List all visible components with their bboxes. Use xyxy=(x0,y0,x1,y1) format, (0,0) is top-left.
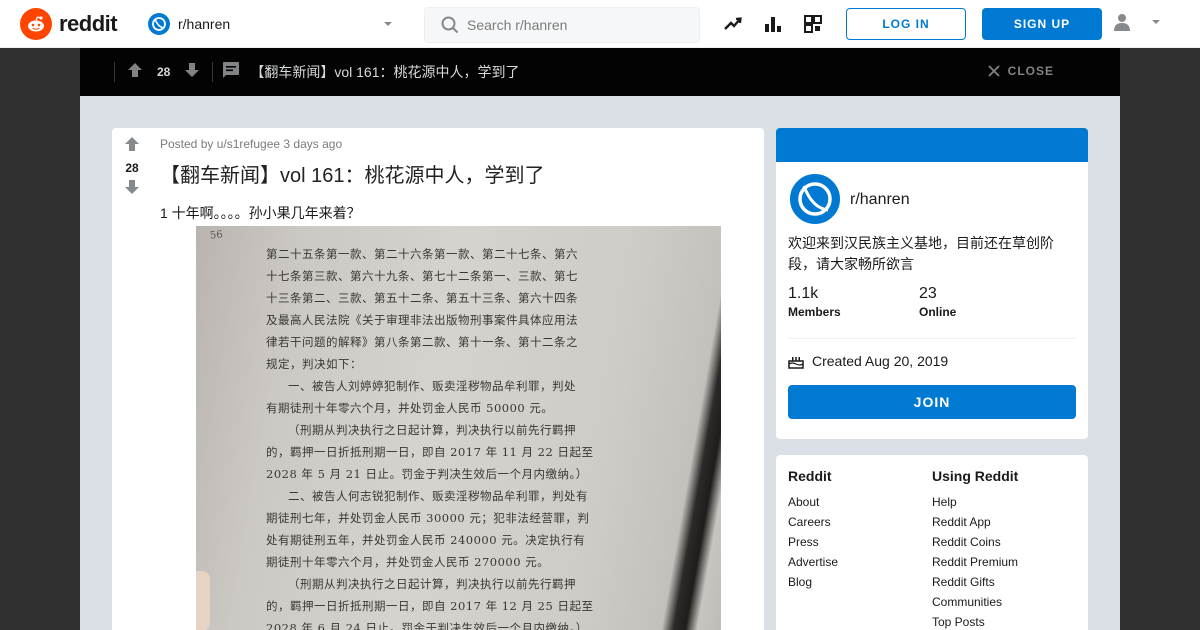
community-banner xyxy=(776,128,1088,162)
upvote-icon[interactable] xyxy=(127,62,143,83)
trending-icon[interactable] xyxy=(722,13,744,35)
community-name[interactable]: r/hanren xyxy=(850,191,910,209)
coins-icon[interactable] xyxy=(802,13,824,35)
search-bar[interactable] xyxy=(424,7,700,43)
image-document-text: 第二十五条第一款、第二十六条第一款、第二十七条、第六 十七条第三款、第六十九条、第… xyxy=(266,246,666,630)
image-text-line: 的，羁押一日折抵刑期一日，即自 2017 年 11 月 22 日起至 xyxy=(266,445,594,459)
close-label: CLOSE xyxy=(1007,64,1054,78)
footer-link[interactable]: Reddit Coins xyxy=(932,532,1018,552)
image-text-line: （刑期从判决执行之日起计算，判决执行以前先行羁押 xyxy=(288,423,576,437)
image-text-line: 二、被告人何志锐犯制作、贩卖淫秽物品牟利罪，判处有 xyxy=(288,489,588,503)
divider xyxy=(212,62,214,82)
cake-icon xyxy=(788,357,804,369)
footer-col-reddit: Reddit About Careers Press Advertise Blog xyxy=(788,468,838,592)
image-text-line: 的，羁押一日折抵刑期一日，即自 2017 年 12 月 25 日起至 xyxy=(266,599,594,613)
post-score: 28 xyxy=(157,65,171,79)
image-text-line: 期徒刑十年零六个月，并处罚金人民币 270000 元。 xyxy=(266,555,550,569)
footer-col-using-reddit: Using Reddit Help Reddit App Reddit Coins R… xyxy=(932,468,1018,630)
community-avatar-icon xyxy=(788,172,842,226)
footer-col-title: Using Reddit xyxy=(932,468,1019,484)
footer-link[interactable]: Press xyxy=(788,532,838,552)
image-text-line: （刑期从判决执行之日起计算，判决执行以前先行羁押 xyxy=(288,577,576,591)
footer-col-title: Reddit xyxy=(788,468,832,484)
members-count: 1.1k xyxy=(788,285,819,302)
footer-link[interactable]: Careers xyxy=(788,512,838,532)
footer-links-card: Reddit About Careers Press Advertise Blog Us… xyxy=(776,455,1088,630)
image-text-line: 及最高人民法院《关于审理非法出版物刑事案件具体应用法 xyxy=(266,313,578,327)
online-stat: 23 Online xyxy=(919,285,956,319)
footer-link[interactable]: Reddit App xyxy=(932,512,1018,532)
image-text-line: 第二十五条第一款、第二十六条第一款、第二十七条、第六 xyxy=(266,247,578,261)
downvote-icon[interactable] xyxy=(124,179,140,200)
image-page-number: 56 xyxy=(209,229,224,242)
footer-link[interactable]: Help xyxy=(932,492,1018,512)
community-switcher-label: r/hanren xyxy=(178,16,231,32)
user-icon xyxy=(1112,12,1132,37)
post-bar-title: 【翻车新闻】vol 161：桃花源中人，学到了 xyxy=(250,64,520,80)
members-label: Members xyxy=(788,305,841,319)
post-body: 1 十年啊。。。。孙小果几年来着？ xyxy=(160,205,361,221)
logo-text: reddit xyxy=(59,11,118,36)
image-text-line: 期徒刑七年，并处罚金人民币 30000 元；犯非法经营罪，判 xyxy=(266,511,590,525)
footer-link[interactable]: Advertise xyxy=(788,552,838,572)
chevron-down-icon xyxy=(1150,15,1162,33)
divider xyxy=(114,62,115,82)
community-switcher[interactable]: r/hanren xyxy=(148,8,398,40)
close-button[interactable]: CLOSE xyxy=(988,64,1054,78)
upvote-icon[interactable] xyxy=(124,136,140,157)
online-count: 23 xyxy=(919,285,937,302)
post-image[interactable]: 56 第二十五条第一款、第二十六条第一款、第二十七条、第六 十七条第三款、第六十九… xyxy=(196,226,721,630)
footer-link[interactable]: About xyxy=(788,492,838,512)
image-text-line: 有期徒刑十年零六个月，并处罚金人民币 50000 元。 xyxy=(266,401,554,415)
chevron-down-icon xyxy=(382,17,394,35)
post-meta: Posted by u/s1refugee 3 days ago xyxy=(160,137,343,151)
downvote-icon[interactable] xyxy=(184,62,200,83)
reddit-logo[interactable]: reddit xyxy=(20,8,118,40)
members-stat: 1.1k Members xyxy=(788,285,841,319)
image-text-line: 规定，判决如下： xyxy=(266,357,362,371)
image-text-line: 十七条第三款、第六十九条、第七十二条第一、三款、第七 xyxy=(266,269,578,283)
community-icon xyxy=(148,13,170,35)
footer-link[interactable]: Reddit Gifts xyxy=(932,572,1018,592)
image-thumb xyxy=(196,571,210,630)
footer-link[interactable]: Reddit Premium xyxy=(932,552,1018,572)
online-label: Online xyxy=(919,305,957,319)
community-card: r/hanren 欢迎来到汉民族主义基地，目前还在草创阶段，请大家畅所欲言 1.… xyxy=(776,128,1088,439)
image-text-line: 一、被告人刘婷婷犯制作、贩卖淫秽物品牟利罪，判处 xyxy=(288,379,576,393)
post-top-bar: 28 【翻车新闻】vol 161：桃花源中人，学到了 CLOSE xyxy=(80,48,1120,96)
comment-icon xyxy=(222,61,240,84)
created-text: Created Aug 20, 2019 xyxy=(812,353,949,369)
search-input[interactable] xyxy=(467,17,687,33)
user-dropdown[interactable] xyxy=(1112,12,1162,36)
join-button[interactable]: JOIN xyxy=(788,385,1076,419)
footer-link[interactable]: Communities xyxy=(932,592,1018,612)
post-card: 28 Posted by u/s1refugee 3 days ago 【翻车新… xyxy=(112,128,764,630)
vote-score: 28 xyxy=(125,161,139,175)
community-description: 欢迎来到汉民族主义基地，目前还在草创阶段，请大家畅所欲言 xyxy=(788,235,1054,272)
reddit-logo-icon xyxy=(20,8,52,40)
leaderboard-icon[interactable] xyxy=(762,13,784,35)
close-icon xyxy=(988,65,1000,77)
created-date: Created Aug 20, 2019 xyxy=(788,353,948,369)
divider xyxy=(788,338,1076,339)
image-text-line: 律若干问题的解释》第八条第二款、第十一条、第十二条之 xyxy=(266,335,578,349)
post-title: 【翻车新闻】vol 161：桃花源中人，学到了 xyxy=(160,165,545,187)
image-text-line: 2028 年 6 月 24 日止。罚金于判决生效后一个月内缴纳。） xyxy=(266,621,588,630)
top-header: reddit r/hanren LOG IN SIGN UP xyxy=(0,0,1200,48)
image-text-line: 十三条第二、三款、第五十二条、第五十三条、第六十四条 xyxy=(266,291,578,305)
image-text-line: 2028 年 5 月 21 日止。罚金于判决生效后一个月内缴纳。） xyxy=(266,467,588,481)
footer-link[interactable]: Top Posts xyxy=(932,612,1018,630)
login-button[interactable]: LOG IN xyxy=(846,8,966,40)
vote-column: 28 xyxy=(112,136,152,200)
search-icon xyxy=(441,16,459,34)
signup-button[interactable]: SIGN UP xyxy=(982,8,1102,40)
footer-link[interactable]: Blog xyxy=(788,572,838,592)
image-text-line: 处有期徒刑五年，并处罚金人民币 240000 元。决定执行有 xyxy=(266,533,586,547)
